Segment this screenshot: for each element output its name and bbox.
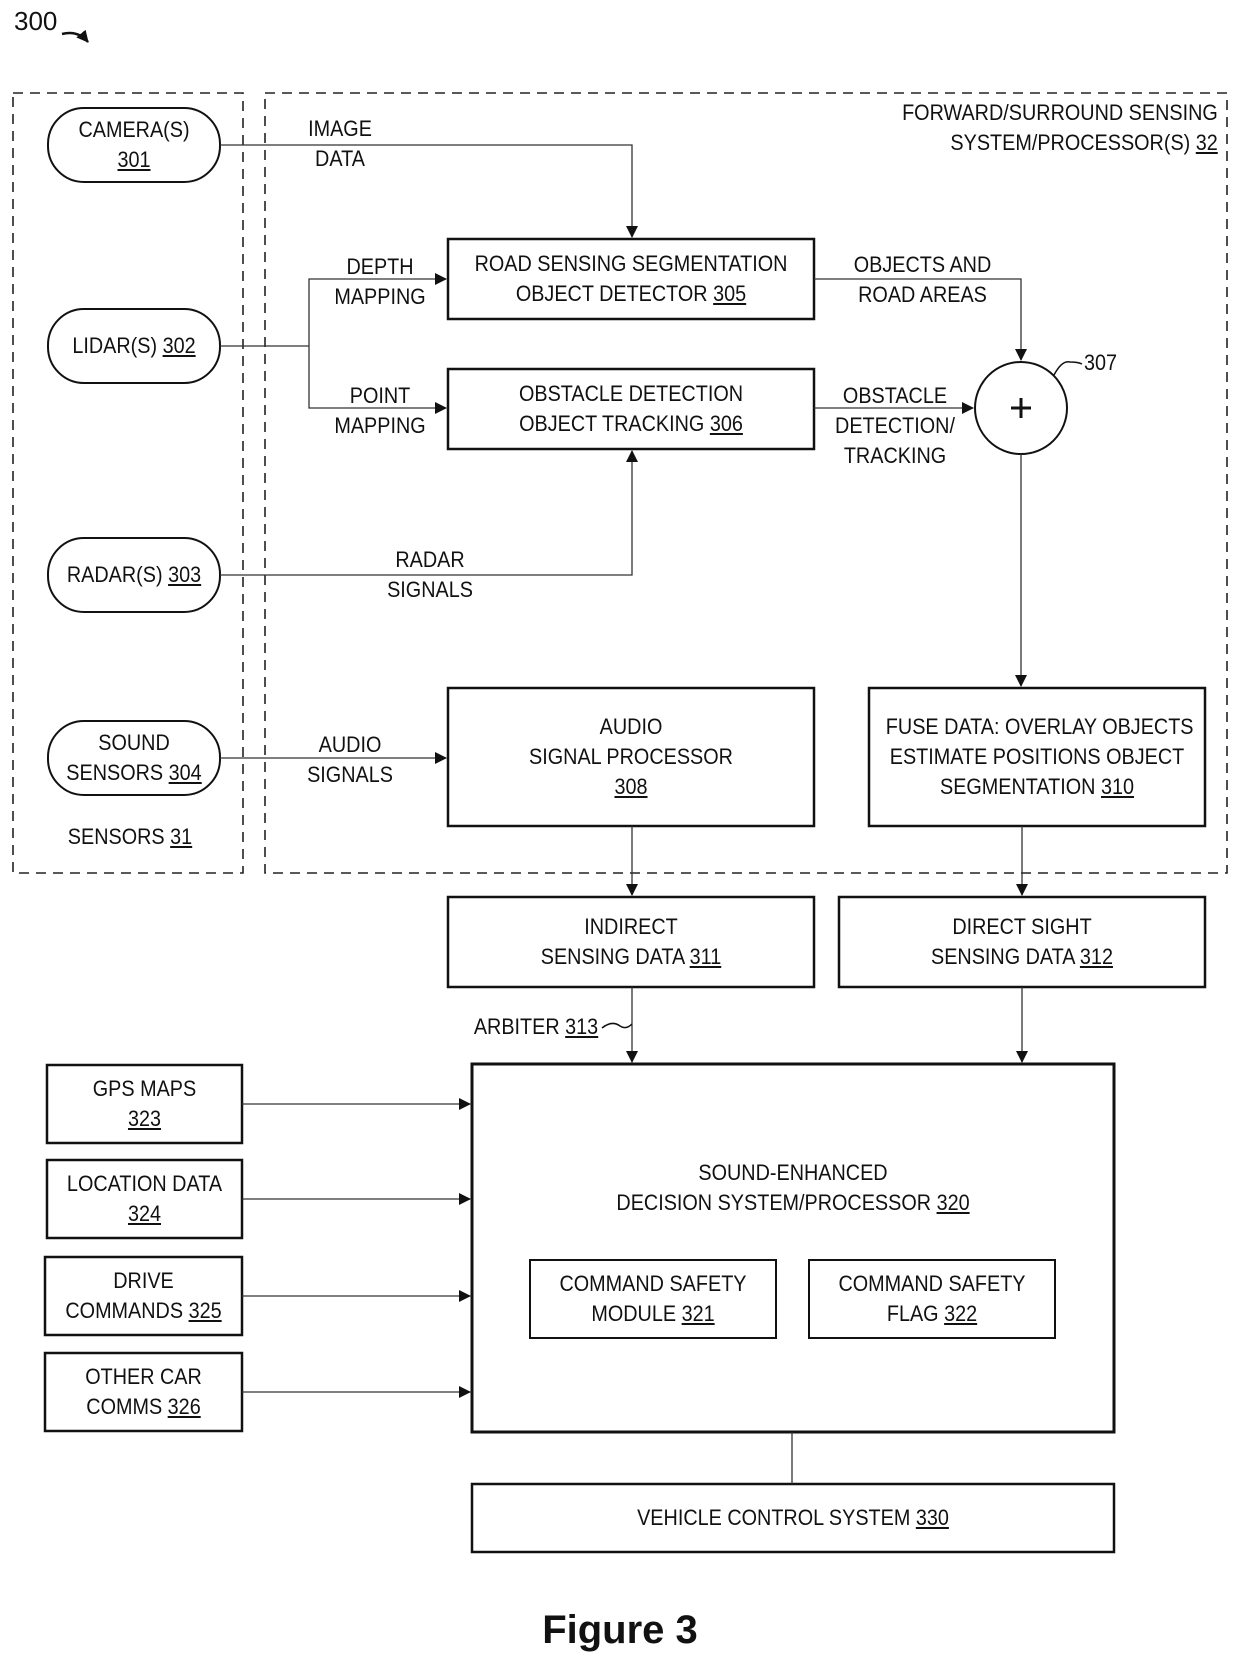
fuse-data-label: FUSE DATA: OVERLAY OBJECTS ESTIMATE POSI… <box>885 714 1194 799</box>
safety-module-label: COMMAND SAFETY MODULE 321 <box>559 1271 747 1326</box>
summing-junction-ref: 307 <box>1084 350 1118 375</box>
summing-junction-ref-leader <box>1053 361 1083 376</box>
figure-number: 300 <box>14 6 58 36</box>
arbiter-ref-leader <box>601 1022 633 1029</box>
obstacle-tracking-label: OBSTACLE DETECTION/ TRACKING <box>835 383 955 468</box>
safety-flag-label: COMMAND SAFETY FLAG 322 <box>838 1271 1026 1326</box>
vehicle-control-label: VEHICLE CONTROL SYSTEM 330 <box>637 1505 949 1530</box>
camera-label: CAMERA(S) 301 <box>78 117 190 172</box>
lidar-label: LIDAR(S) 302 <box>72 333 196 358</box>
decision-system-label: SOUND-ENHANCED DECISION SYSTEM/PROCESSOR… <box>616 1160 970 1215</box>
audio-processor-label: AUDIO SIGNAL PROCESSOR 308 <box>529 714 733 799</box>
image-data-label: IMAGE DATA <box>308 116 372 171</box>
arbiter-label: ARBITER 313 <box>473 1014 598 1039</box>
other-car-comms-label: OTHER CAR COMMS 326 <box>85 1364 202 1419</box>
figure-number-arrow <box>61 29 89 43</box>
location-data-label: LOCATION DATA 324 <box>66 1171 223 1226</box>
obstacle-detection-label: OBSTACLE DETECTION OBJECT TRACKING 306 <box>518 381 744 436</box>
drive-commands-label: DRIVE COMMANDS 325 <box>65 1268 222 1323</box>
figure-title: Figure 3 <box>542 1608 698 1652</box>
gps-maps-label: GPS MAPS 323 <box>92 1076 197 1131</box>
depth-mapping-label: DEPTH MAPPING <box>334 254 426 309</box>
indirect-sensing-label: INDIRECT SENSING DATA 311 <box>540 914 722 969</box>
sensors-group-label: SENSORS 31 <box>67 824 193 849</box>
radar-label: RADAR(S) 303 <box>66 562 202 587</box>
edge-image-data <box>220 144 638 238</box>
decision-system-block <box>470 1062 1116 1434</box>
forward-surround-group-label: FORWARD/SURROUND SENSING SYSTEM/PROCESSO… <box>902 100 1218 155</box>
objects-road-label: OBJECTS AND ROAD AREAS <box>853 252 992 307</box>
road-sensing-label: ROAD SENSING SEGMENTATION OBJECT DETECTO… <box>474 251 788 306</box>
audio-signals-label: AUDIO SIGNALS <box>307 732 393 787</box>
direct-sight-label: DIRECT SIGHT SENSING DATA 312 <box>931 914 1113 969</box>
radar-signals-label: RADAR SIGNALS <box>387 547 473 602</box>
point-mapping-label: POINT MAPPING <box>334 383 426 438</box>
sound-sensors-label: SOUND SENSORS 304 <box>66 730 202 785</box>
